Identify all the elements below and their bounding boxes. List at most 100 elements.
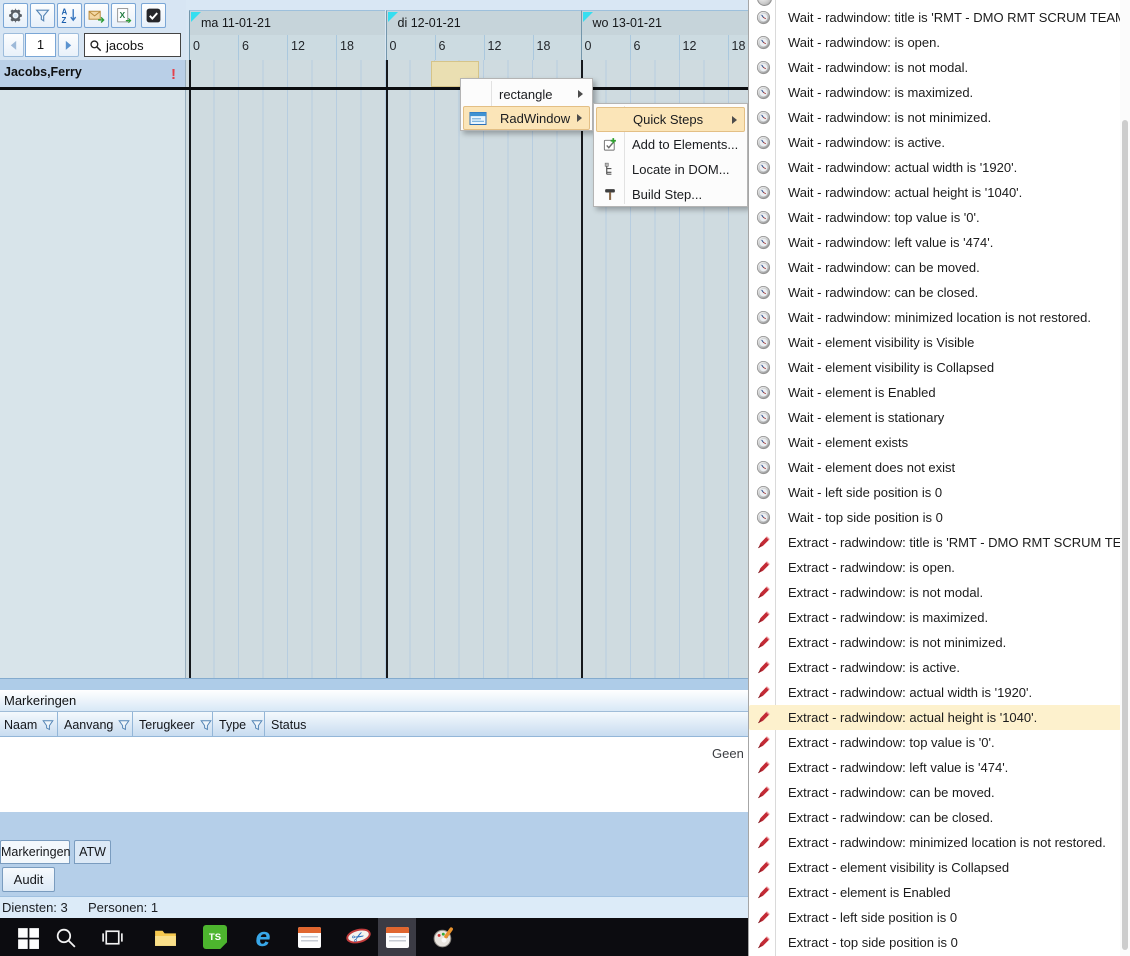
- resource-row[interactable]: Jacobs,Ferry !: [0, 60, 185, 88]
- sort-az-button[interactable]: AZ: [57, 3, 82, 28]
- step-row-wait[interactable]: Wait - radwindow: is open.: [749, 30, 1121, 55]
- settings-button[interactable]: [3, 3, 28, 28]
- step-row-wait[interactable]: Wait - radwindow: actual height is '1040…: [749, 180, 1121, 205]
- column-header-status[interactable]: Status: [267, 712, 756, 737]
- snipping-tool-button[interactable]: ✂: [340, 918, 378, 956]
- day-header-3[interactable]: wo 13-01-21: [580, 10, 748, 35]
- hour-label[interactable]: 6: [434, 35, 484, 60]
- submenu-item-quick-steps[interactable]: Quick Steps: [596, 107, 745, 132]
- step-row-wait[interactable]: Wait - radwindow: can be moved.: [749, 255, 1121, 280]
- step-row-extract[interactable]: Extract - radwindow: is not minimized.: [749, 630, 1121, 655]
- hour-label[interactable]: 12: [483, 35, 533, 60]
- step-row-extract[interactable]: Extract - radwindow: actual width is '19…: [749, 680, 1121, 705]
- filter-funnel-icon[interactable]: [199, 719, 212, 731]
- hour-label[interactable]: 12: [678, 35, 728, 60]
- hour-label[interactable]: 0: [385, 35, 435, 60]
- audit-button[interactable]: Audit: [2, 867, 55, 892]
- step-row-wait[interactable]: Wait - radwindow: can be closed.: [749, 280, 1121, 305]
- step-row-extract[interactable]: Extract - radwindow: can be moved.: [749, 780, 1121, 805]
- menu-item-label: Locate in DOM...: [632, 162, 730, 177]
- step-row-wait[interactable]: Wait - radwindow: is not minimized.: [749, 105, 1121, 130]
- step-row-wait[interactable]: Wait - element does not exist: [749, 455, 1121, 480]
- column-header-aanvang[interactable]: Aanvang: [60, 712, 133, 737]
- step-row-wait[interactable]: Wait - radwindow: is not modal.: [749, 55, 1121, 80]
- hour-label[interactable]: 6: [629, 35, 679, 60]
- day-header-1[interactable]: ma 11-01-21: [189, 10, 385, 35]
- hour-label[interactable]: 0: [189, 35, 238, 60]
- step-row-extract[interactable]: Extract - element visibility is Collapse…: [749, 855, 1121, 880]
- envelope-icon: [88, 10, 105, 24]
- step-row-wait[interactable]: Wait - radwindow: minimized location is …: [749, 305, 1121, 330]
- filter-funnel-icon[interactable]: [42, 719, 55, 731]
- step-row-wait[interactable]: Wait - element visibility is Visible: [749, 330, 1121, 355]
- step-row-extract[interactable]: Extract - radwindow: is active.: [749, 655, 1121, 680]
- step-row-wait[interactable]: Wait - radwindow: actual width is '1920'…: [749, 155, 1121, 180]
- step-row-extract[interactable]: Extract - radwindow: is maximized.: [749, 605, 1121, 630]
- step-row-wait[interactable]: Wait - element is Enabled: [749, 380, 1121, 405]
- search-input[interactable]: jacobs: [84, 33, 181, 57]
- step-label: Wait - radwindow: actual width is '1920'…: [788, 160, 1018, 175]
- menu-item-radwindow[interactable]: RadWindow: [463, 106, 590, 130]
- next-page-button[interactable]: [58, 33, 79, 57]
- tab-atw[interactable]: ATW: [74, 840, 111, 864]
- step-row-extract[interactable]: Extract - element is Enabled: [749, 880, 1121, 905]
- tasks-button[interactable]: [141, 3, 166, 28]
- internet-explorer-button[interactable]: e: [244, 918, 282, 956]
- task-view-button[interactable]: [93, 918, 131, 956]
- step-row-extract[interactable]: Extract - radwindow: can be closed.: [749, 805, 1121, 830]
- hour-label[interactable]: 6: [238, 35, 287, 60]
- calendar-app-active-button[interactable]: [378, 918, 416, 956]
- scrollbar-thumb[interactable]: [1122, 120, 1128, 950]
- send-button[interactable]: [84, 3, 109, 28]
- column-header-type[interactable]: Type: [215, 712, 265, 737]
- step-row-extract[interactable]: Extract - radwindow: actual height is '1…: [749, 705, 1121, 730]
- panel-splitter[interactable]: [0, 678, 748, 690]
- step-row-extract[interactable]: Extract - top side position is 0: [749, 930, 1121, 955]
- submenu-item-build-step[interactable]: Build Step...: [596, 182, 745, 207]
- hour-label[interactable]: 18: [532, 35, 582, 60]
- column-header-naam[interactable]: Naam: [0, 712, 58, 737]
- step-row-wait[interactable]: Wait - top side position is 0: [749, 505, 1121, 530]
- step-row-extract[interactable]: Extract - radwindow: title is 'RMT - DMO…: [749, 530, 1130, 555]
- step-label: Extract - top side position is 0: [788, 935, 958, 950]
- step-row-extract[interactable]: Extract - radwindow: left value is '474'…: [749, 755, 1121, 780]
- submenu-item-add-to-elements[interactable]: Add to Elements...: [596, 132, 745, 157]
- calendar-app-button[interactable]: [290, 918, 328, 956]
- hour-label[interactable]: 12: [287, 35, 336, 60]
- step-row-extract[interactable]: Extract - left side position is 0: [749, 905, 1121, 930]
- filter-funnel-icon[interactable]: [251, 719, 263, 731]
- step-row-wait[interactable]: Wait - element exists: [749, 430, 1121, 455]
- step-label: Wait - radwindow: top value is '0'.: [788, 210, 980, 225]
- filter-funnel-icon[interactable]: [118, 719, 131, 731]
- paint-button[interactable]: [424, 918, 462, 956]
- export-excel-button[interactable]: X: [111, 3, 136, 28]
- step-row-wait[interactable]: Wait - radwindow: title is 'RMT - DMO RM…: [749, 5, 1130, 30]
- hour-label[interactable]: 18: [336, 35, 385, 60]
- step-row-extract[interactable]: Extract - radwindow: top value is '0'.: [749, 730, 1121, 755]
- hour-label[interactable]: 0: [580, 35, 630, 60]
- submenu-item-locate-in-dom[interactable]: Locate in DOM...: [596, 157, 745, 182]
- page-number-input[interactable]: 1: [25, 33, 56, 57]
- hour-label[interactable]: 18: [727, 35, 748, 60]
- step-row-wait[interactable]: Wait - element visibility is Collapsed: [749, 355, 1121, 380]
- step-row-wait[interactable]: Wait - element is stationary: [749, 405, 1121, 430]
- step-row-wait[interactable]: Wait - radwindow: is maximized.: [749, 80, 1121, 105]
- step-row-extract[interactable]: Extract - radwindow: is not modal.: [749, 580, 1121, 605]
- menu-item-rectangle[interactable]: rectangle: [463, 82, 590, 106]
- step-row-wait[interactable]: Wait - radwindow: top value is '0'.: [749, 205, 1121, 230]
- step-row-extract[interactable]: Extract - radwindow: minimized location …: [749, 830, 1121, 855]
- start-button[interactable]: [8, 918, 46, 956]
- file-explorer-button[interactable]: [146, 918, 184, 956]
- step-row-wait[interactable]: Wait - left side position is 0: [749, 480, 1121, 505]
- steps-scrollbar[interactable]: [1120, 0, 1130, 956]
- day-header-2[interactable]: di 12-01-21: [385, 10, 582, 35]
- taskbar-search-button[interactable]: [46, 918, 84, 956]
- filter-button[interactable]: [30, 3, 55, 28]
- step-row-extract[interactable]: Extract - radwindow: is open.: [749, 555, 1121, 580]
- prev-page-button[interactable]: [3, 33, 24, 57]
- step-row-wait[interactable]: Wait - radwindow: is active.: [749, 130, 1121, 155]
- tab-markeringen[interactable]: Markeringen: [0, 840, 70, 864]
- column-header-terugkeer[interactable]: Terugkeer: [135, 712, 213, 737]
- test-studio-button[interactable]: TS: [196, 918, 234, 956]
- step-row-wait[interactable]: Wait - radwindow: left value is '474'.: [749, 230, 1121, 255]
